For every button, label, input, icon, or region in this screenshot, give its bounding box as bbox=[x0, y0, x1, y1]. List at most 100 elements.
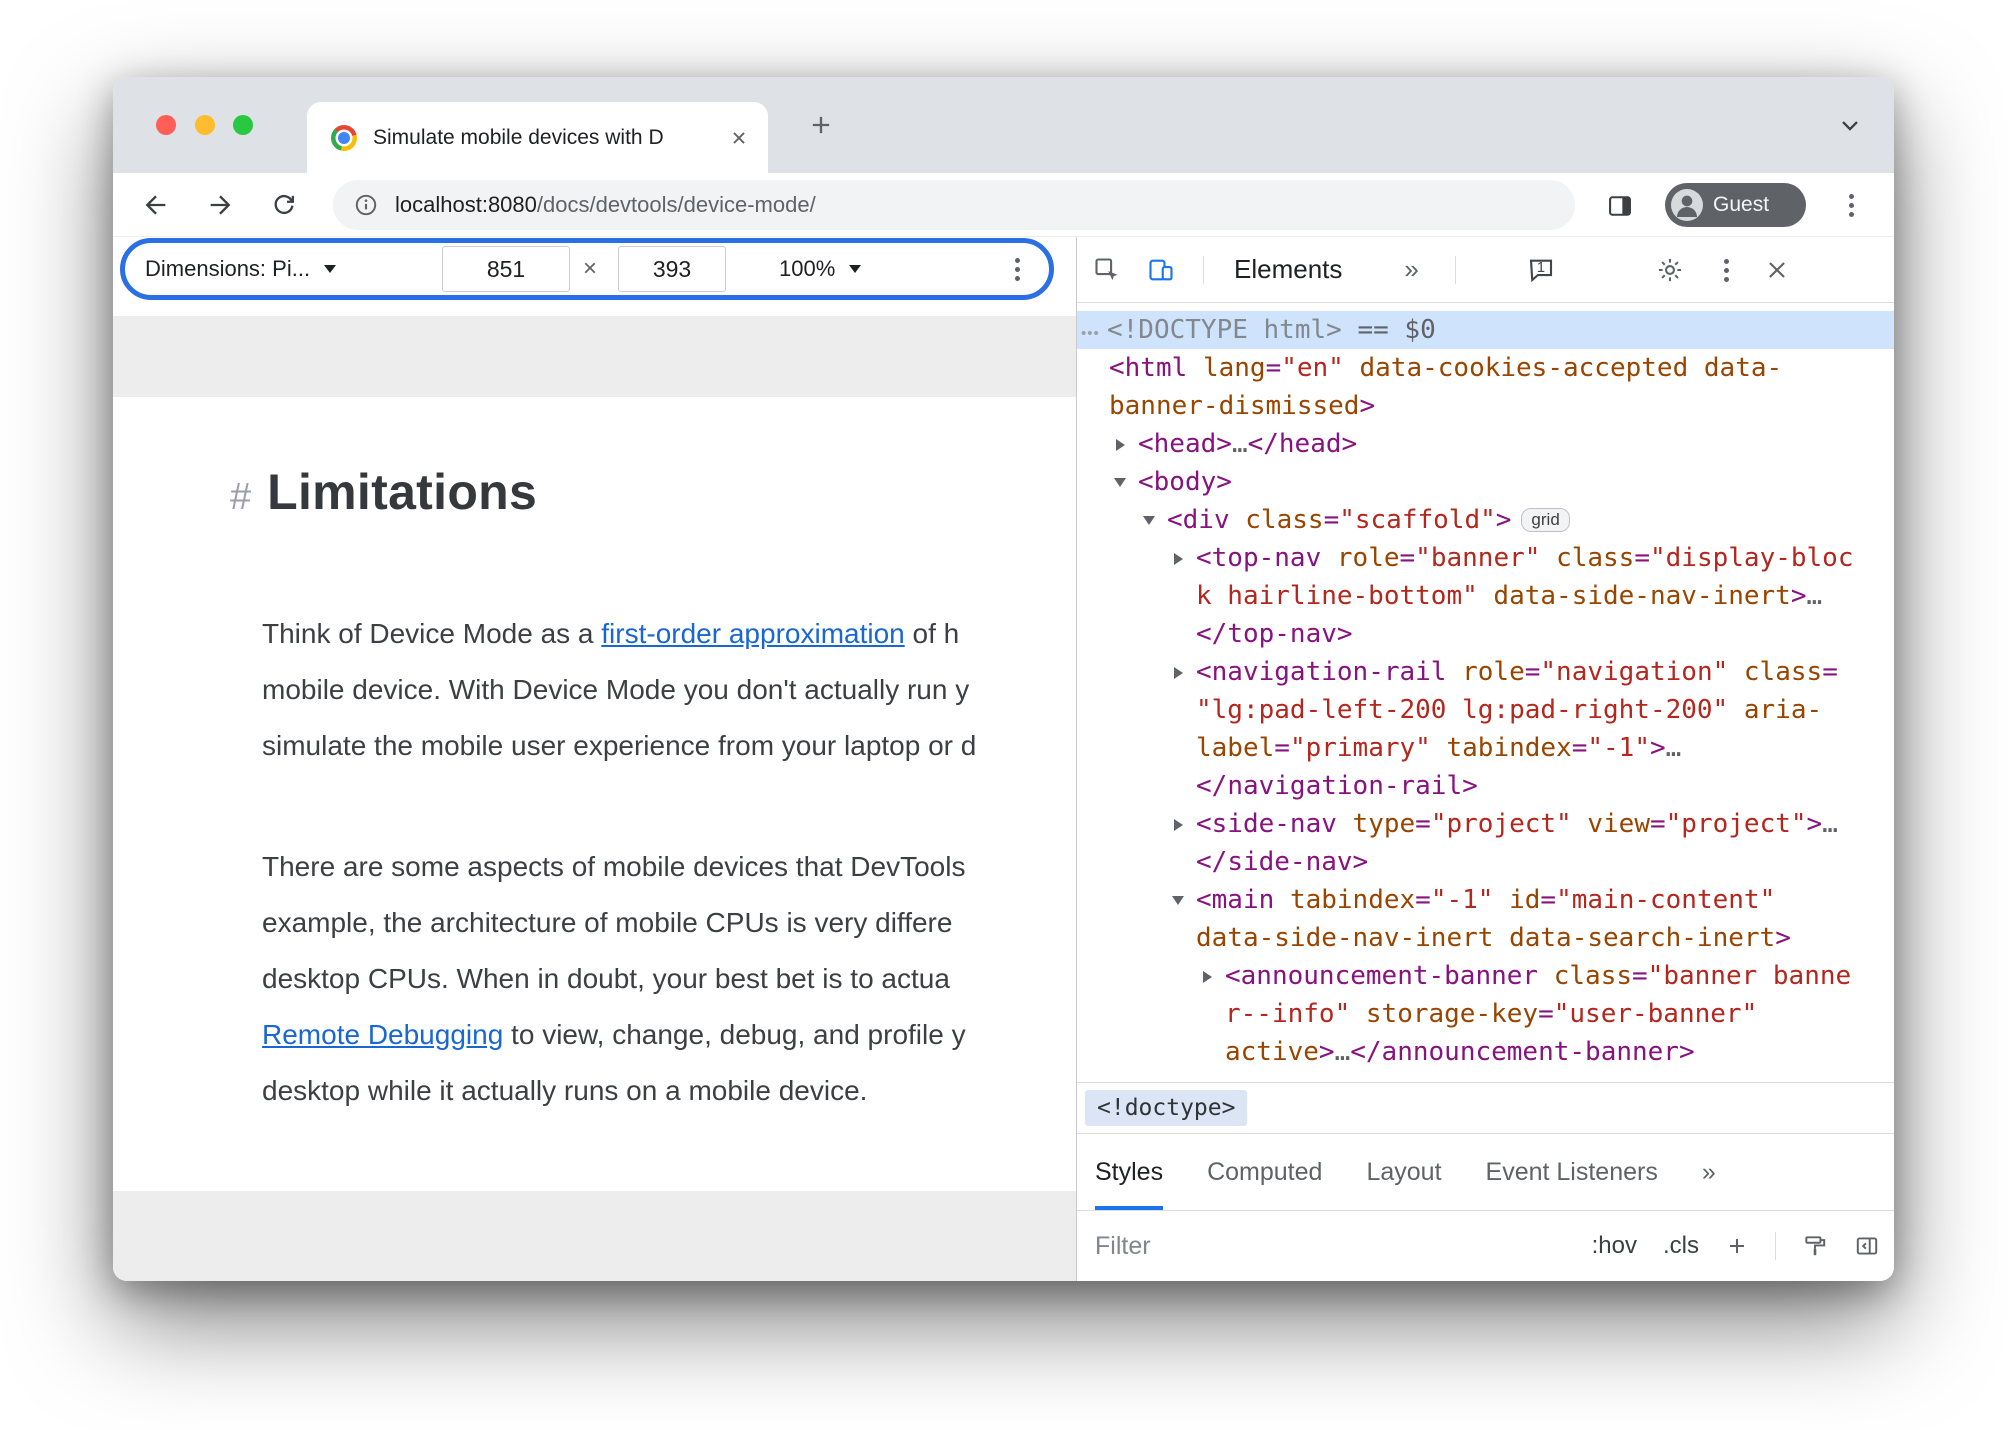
dom-tree-line[interactable]: <html lang="en" data-cookies-accepted da… bbox=[1077, 349, 1894, 387]
dom-tree-line[interactable]: label="primary" tabindex="-1">… bbox=[1077, 729, 1894, 767]
collapse-arrow-icon[interactable] bbox=[1114, 478, 1126, 487]
code-attr: data-side-nav-inert bbox=[1196, 923, 1494, 953]
code-punct: > bbox=[1806, 809, 1823, 839]
paragraph-line: There are some aspects of mobile devices… bbox=[113, 839, 1076, 895]
dom-tree-line[interactable]: <announcement-banner class="banner banne bbox=[1077, 957, 1894, 995]
reload-icon[interactable] bbox=[270, 191, 298, 219]
dom-tree-line[interactable]: <top-nav role="banner" class="display-bl… bbox=[1077, 539, 1894, 577]
viewport-height-input[interactable] bbox=[618, 246, 726, 292]
code-val: "user-banner" bbox=[1553, 999, 1758, 1029]
dom-tree-line[interactable]: banner-dismissed> bbox=[1077, 387, 1894, 425]
code-punct: = bbox=[1415, 809, 1431, 839]
device-toolbar-toggle-icon[interactable] bbox=[1147, 256, 1175, 284]
dom-tree-line[interactable]: "lg:pad-left-200 lg:pad-right-200" aria- bbox=[1077, 691, 1894, 729]
expand-arrow-icon[interactable] bbox=[1174, 818, 1183, 831]
close-window-button[interactable] bbox=[156, 115, 176, 135]
dom-tree-line[interactable]: k hairline-bottom" data-side-nav-inert>… bbox=[1077, 577, 1894, 615]
browser-menu-icon[interactable] bbox=[1838, 191, 1866, 219]
profile-chevron-icon[interactable] bbox=[1836, 111, 1864, 139]
paint-roller-icon[interactable] bbox=[1802, 1233, 1828, 1259]
address-bar[interactable]: localhost:8080/docs/devtools/device-mode… bbox=[333, 180, 1575, 230]
dom-tree-line[interactable]: r--info" storage-key="user-banner" bbox=[1077, 995, 1894, 1033]
code-attr: label bbox=[1196, 733, 1275, 763]
text-link[interactable]: Remote Debugging bbox=[262, 1019, 503, 1050]
dom-tree-line[interactable]: <head>…</head> bbox=[1077, 425, 1894, 463]
gear-icon[interactable] bbox=[1656, 256, 1684, 284]
grid-badge[interactable]: grid bbox=[1521, 508, 1570, 532]
expand-arrow-icon[interactable] bbox=[1203, 970, 1212, 983]
code-dots: ••• bbox=[1081, 325, 1100, 342]
code-tag: side-nav bbox=[1227, 847, 1353, 877]
paragraph-line: desktop while it actually runs on a mobi… bbox=[113, 1063, 1076, 1119]
heading-anchor-hash[interactable]: # bbox=[230, 476, 251, 519]
code-sp bbox=[1572, 809, 1588, 839]
site-info-icon[interactable] bbox=[353, 192, 379, 218]
toggle-classes-button[interactable]: .cls bbox=[1663, 1232, 1699, 1260]
more-sidebar-tabs-icon[interactable]: » bbox=[1702, 1134, 1716, 1210]
dom-tree-line[interactable]: data-side-nav-inert data-search-inert> bbox=[1077, 919, 1894, 957]
minimize-window-button[interactable] bbox=[195, 115, 215, 135]
computed-sidebar-toggle-icon[interactable] bbox=[1854, 1233, 1880, 1259]
sidebar-tab-bar: Styles Computed Layout Event Listeners » bbox=[1077, 1133, 1894, 1210]
expand-arrow-icon[interactable] bbox=[1174, 552, 1183, 565]
dom-tree-line[interactable]: <body> bbox=[1077, 463, 1894, 501]
maximize-window-button[interactable] bbox=[233, 115, 253, 135]
dom-tree-line[interactable]: </top-nav> bbox=[1077, 615, 1894, 653]
code-attr: role bbox=[1336, 543, 1400, 573]
device-mode-margin-top bbox=[113, 316, 1076, 397]
toolbar-divider bbox=[1454, 255, 1456, 284]
new-style-rule-icon[interactable] bbox=[1725, 1234, 1749, 1258]
tab-styles[interactable]: Styles bbox=[1095, 1134, 1163, 1210]
profile-button[interactable]: Guest bbox=[1665, 183, 1806, 227]
viewport-width-input[interactable] bbox=[442, 246, 570, 292]
toggle-hover-state-button[interactable]: :hov bbox=[1592, 1232, 1637, 1260]
code-punct: < bbox=[1225, 961, 1241, 991]
dom-tree-line[interactable]: <navigation-rail role="navigation" class… bbox=[1077, 653, 1894, 691]
code-attr: role bbox=[1462, 657, 1525, 687]
code-sp bbox=[1478, 581, 1494, 611]
dimensions-dropdown[interactable]: Dimensions: Pi... bbox=[145, 237, 337, 301]
new-tab-button[interactable] bbox=[807, 111, 835, 139]
collapse-arrow-icon[interactable] bbox=[1172, 896, 1184, 905]
code-sp bbox=[1230, 505, 1246, 535]
code-punct: > bbox=[1352, 847, 1369, 877]
breadcrumb-doctype[interactable]: <!doctype> bbox=[1085, 1090, 1248, 1126]
inspect-element-icon[interactable] bbox=[1093, 256, 1121, 284]
more-tabs-icon[interactable]: » bbox=[1404, 254, 1418, 285]
collapse-arrow-icon[interactable] bbox=[1143, 516, 1155, 525]
code-val: k hairline-bottom" bbox=[1196, 581, 1478, 611]
expand-arrow-icon[interactable] bbox=[1174, 666, 1183, 679]
forward-icon[interactable] bbox=[206, 191, 234, 219]
expand-arrow-icon[interactable] bbox=[1116, 438, 1125, 451]
code-punct: > bbox=[1318, 1037, 1335, 1067]
browser-tab[interactable]: Simulate mobile devices with D bbox=[307, 102, 768, 173]
tab-layout[interactable]: Layout bbox=[1366, 1134, 1441, 1210]
dom-tree-line[interactable]: <side-nav type="project" view="project">… bbox=[1077, 805, 1894, 843]
dom-tree-line[interactable]: active>…</announcement-banner> bbox=[1077, 1033, 1894, 1071]
dom-tree-line[interactable]: <main tabindex="-1" id="main-content" bbox=[1077, 881, 1894, 919]
dom-tree-line[interactable]: ••• <!DOCTYPE html> == $0 bbox=[1077, 311, 1894, 349]
console-badge: 1 bbox=[1536, 259, 1546, 276]
device-toolbar-menu-icon[interactable] bbox=[1015, 256, 1021, 282]
tab-elements[interactable]: Elements bbox=[1234, 254, 1342, 285]
dom-tree-line[interactable]: </side-nav> bbox=[1077, 843, 1894, 881]
styles-filter-input[interactable] bbox=[1095, 1231, 1395, 1261]
tab-close-icon[interactable] bbox=[728, 127, 750, 149]
close-icon[interactable] bbox=[1764, 257, 1790, 283]
code-sp bbox=[1728, 657, 1744, 687]
dom-tree-line[interactable]: </navigation-rail> bbox=[1077, 767, 1894, 805]
code-tag: navigation-rail bbox=[1211, 657, 1447, 687]
dom-tree-line[interactable]: <div class="scaffold"> grid bbox=[1077, 501, 1894, 539]
tab-event-listeners[interactable]: Event Listeners bbox=[1486, 1134, 1658, 1210]
devtools-menu-icon[interactable] bbox=[1723, 257, 1730, 283]
tab-computed[interactable]: Computed bbox=[1207, 1134, 1322, 1210]
zoom-dropdown[interactable]: 100% bbox=[779, 237, 862, 301]
back-icon[interactable] bbox=[142, 191, 170, 219]
console-messages-icon[interactable]: 1 bbox=[1526, 255, 1556, 285]
side-panel-icon[interactable] bbox=[1606, 192, 1634, 220]
toolbar-divider bbox=[1203, 255, 1204, 284]
text-link[interactable]: first-order approximation bbox=[601, 618, 904, 649]
code-val: "banner" bbox=[1415, 543, 1541, 573]
text-run: simulate the mobile user experience from… bbox=[262, 730, 977, 761]
viewport-pane: Dimensions: Pi... × 100% # Limitations T… bbox=[113, 237, 1076, 1281]
